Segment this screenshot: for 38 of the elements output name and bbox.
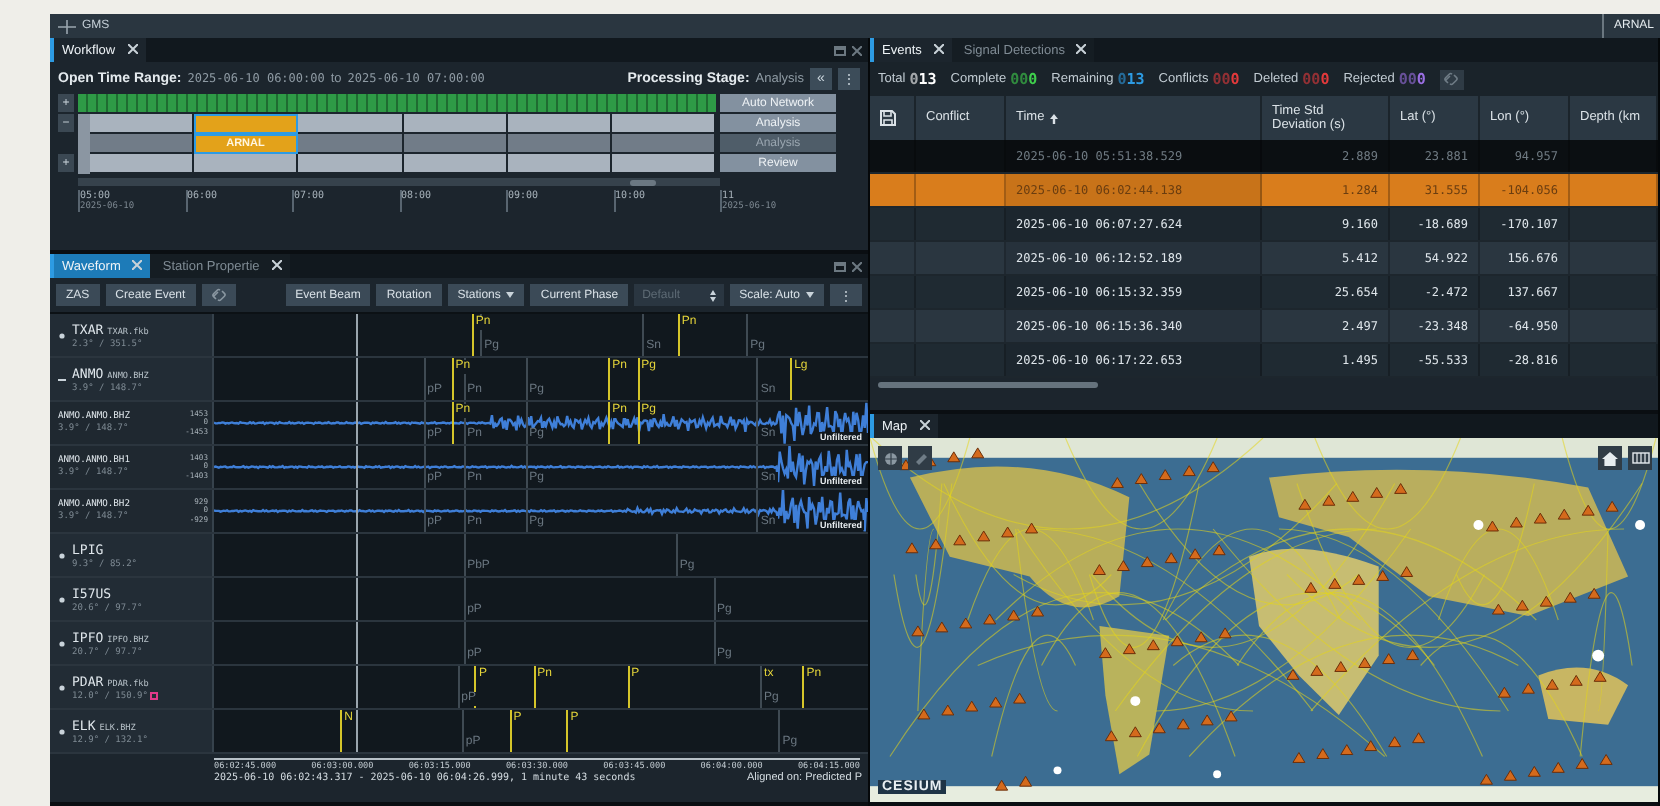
close-icon[interactable] (271, 259, 282, 273)
app-logo-icon (58, 19, 76, 33)
updown-icon (709, 289, 716, 301)
interval-cell[interactable] (403, 114, 508, 134)
interval-cell[interactable] (298, 114, 403, 134)
link-button[interactable] (1439, 69, 1464, 89)
close-icon[interactable] (1076, 43, 1087, 57)
save-icon[interactable] (880, 110, 896, 126)
link-icon (211, 288, 226, 302)
interval-cell[interactable] (611, 154, 716, 174)
maximize-icon[interactable] (834, 261, 846, 271)
eraser-button[interactable] (908, 446, 932, 470)
sort-arrow-icon (1050, 113, 1059, 123)
close-icon[interactable] (919, 419, 930, 433)
interval-cell[interactable] (90, 114, 195, 134)
globe-icon (883, 451, 897, 465)
scrollbar[interactable] (878, 382, 1098, 388)
caret-icon (506, 292, 515, 298)
close-icon[interactable] (933, 43, 944, 57)
maximize-icon[interactable] (834, 45, 846, 55)
close-icon[interactable] (127, 43, 138, 57)
interval-cell[interactable] (611, 114, 716, 134)
interval-cell[interactable] (507, 114, 612, 134)
interval-cell[interactable] (507, 154, 612, 174)
interval-cell[interactable] (298, 154, 403, 174)
home-icon (1602, 451, 1618, 465)
interval-cell[interactable] (403, 154, 508, 174)
link-button[interactable] (201, 284, 236, 306)
link-icon (1444, 72, 1459, 86)
interval-cell[interactable] (194, 114, 299, 134)
grid-icon (1631, 452, 1649, 464)
collapse-icon[interactable] (58, 375, 66, 383)
globe-button[interactable] (878, 446, 902, 470)
grid-button[interactable] (1628, 446, 1652, 470)
home-button[interactable] (1598, 446, 1622, 470)
caret-icon (806, 292, 814, 298)
interval-cell[interactable] (90, 154, 195, 174)
interval-cell[interactable] (194, 154, 299, 174)
